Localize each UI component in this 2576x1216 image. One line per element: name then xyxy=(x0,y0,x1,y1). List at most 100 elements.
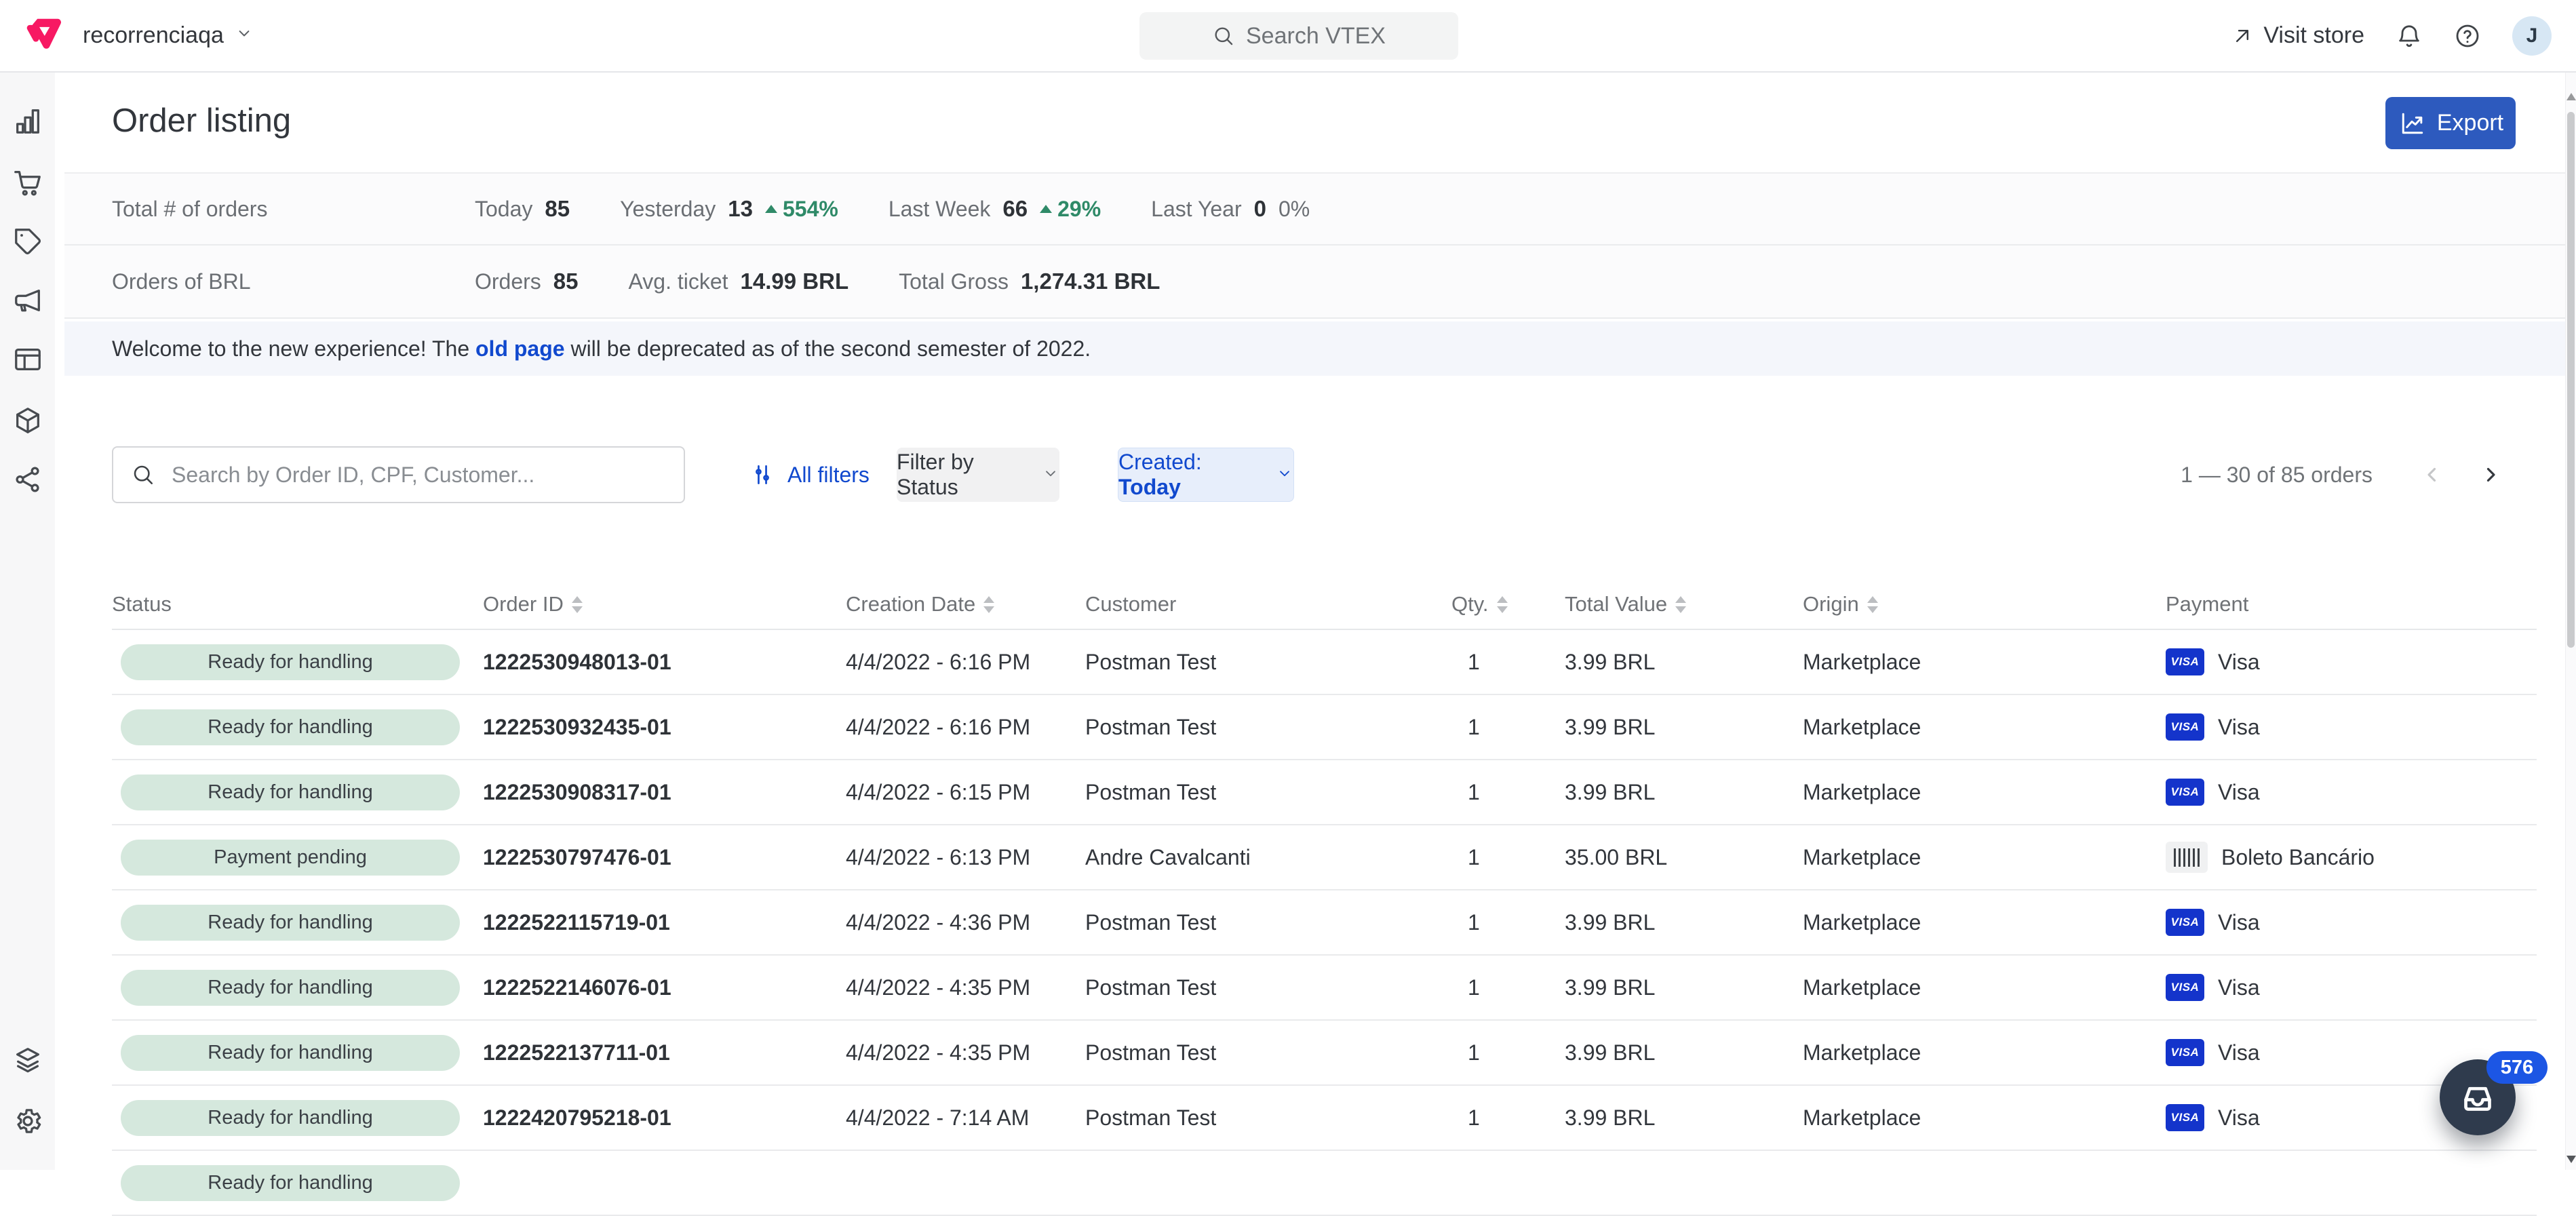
topbar-actions: Visit store J xyxy=(2231,0,2552,71)
table-row[interactable]: Ready for handling 1222530932435-01 4/4/… xyxy=(112,695,2537,760)
status-cell: Ready for handling xyxy=(112,644,474,680)
qty-cell: 1 xyxy=(1451,715,1526,740)
table-row[interactable]: Ready for handling 1222420795218-01 4/4/… xyxy=(112,1086,2537,1151)
help-button[interactable] xyxy=(2454,22,2481,50)
metric-last-week: Last Week 66 29% xyxy=(889,196,1101,222)
banner-text-after: will be deprecated as of the second seme… xyxy=(565,336,1091,361)
sidebar-item-apps[interactable] xyxy=(0,1040,55,1080)
pagination: 1 — 30 of 85 orders xyxy=(2181,446,2505,503)
layers-icon xyxy=(12,1044,43,1076)
trend-up-icon xyxy=(765,205,777,213)
notifications-button[interactable] xyxy=(2396,22,2423,50)
qty-cell: 1 xyxy=(1451,910,1526,935)
order-id-cell: 1222522115719-01 xyxy=(474,910,837,935)
sidebar-item-marketing[interactable] xyxy=(0,280,55,321)
sidebar-item-integrations[interactable] xyxy=(0,459,55,500)
metric-value: 85 xyxy=(545,196,570,222)
scrollbar-up-button[interactable] xyxy=(2567,93,2576,100)
next-page-button[interactable] xyxy=(2476,456,2505,493)
visa-badge: VISA xyxy=(2166,909,2204,936)
table-row[interactable]: Ready for handling 1222522146076-01 4/4/… xyxy=(112,956,2537,1021)
topbar: recorrenciaqa Search VTEX Visit store J xyxy=(0,0,2576,73)
help-icon xyxy=(2454,22,2481,50)
metric-last-year: Last Year 0 0% xyxy=(1151,196,1310,222)
megaphone-icon xyxy=(12,285,43,316)
table-row[interactable]: Payment pending 1222530797476-01 4/4/202… xyxy=(112,825,2537,890)
payment-cell: VISA Visa xyxy=(2133,779,2537,806)
status-badge-label: Ready for handling xyxy=(208,716,372,739)
column-header-order-id[interactable]: Order ID xyxy=(474,592,837,616)
payment-wrap: VISA Visa xyxy=(2166,974,2537,1001)
table-row[interactable]: Ready for handling 1222522115719-01 4/4/… xyxy=(112,890,2537,956)
table-row[interactable]: Ready for handling xyxy=(112,1151,2537,1216)
visa-badge: VISA xyxy=(2166,1039,2204,1066)
column-header-creation-date[interactable]: Creation Date xyxy=(837,592,1075,616)
status-badge: Ready for handling xyxy=(121,1035,460,1071)
table-row[interactable]: Ready for handling 1222522137711-01 4/4/… xyxy=(112,1021,2537,1086)
sidebar-item-settings[interactable] xyxy=(0,1101,55,1141)
metric-delta: 554% xyxy=(765,197,838,222)
scrollbar-down-button[interactable] xyxy=(2567,1156,2576,1163)
user-avatar[interactable]: J xyxy=(2512,16,2552,56)
payment-label: Visa xyxy=(2218,650,2260,675)
sidebar-item-catalog[interactable] xyxy=(0,400,55,441)
account-switcher[interactable]: recorrenciaqa xyxy=(83,22,254,49)
creation-date-cell: 4/4/2022 - 6:13 PM xyxy=(837,845,1075,870)
metric-value: 14.99 BRL xyxy=(741,269,849,294)
visit-store-link[interactable]: Visit store xyxy=(2231,22,2364,49)
order-id-cell: 1222530908317-01 xyxy=(474,780,837,805)
total-value-cell: 3.99 BRL xyxy=(1526,650,1770,675)
export-button[interactable]: Export xyxy=(2385,97,2516,149)
payment-wrap: VISA Visa xyxy=(2166,909,2537,936)
all-filters-button[interactable]: All filters xyxy=(749,446,870,503)
status-cell: Ready for handling xyxy=(112,774,474,810)
status-badge: Ready for handling xyxy=(121,970,460,1006)
status-badge: Ready for handling xyxy=(121,709,460,745)
status-badge: Ready for handling xyxy=(121,644,460,680)
metric-label: Last Year xyxy=(1151,197,1241,222)
scrollbar-thumb[interactable] xyxy=(2567,112,2575,648)
metrics: Today 85 Yesterday 13 554% Last Week 66 … xyxy=(475,196,1310,222)
metric-today: Today 85 xyxy=(475,196,570,222)
table-row[interactable]: Ready for handling 1222530948013-01 4/4/… xyxy=(112,630,2537,695)
status-badge: Payment pending xyxy=(121,840,460,876)
total-value-cell: 3.99 BRL xyxy=(1526,1040,1770,1065)
previous-page-button[interactable] xyxy=(2417,456,2447,493)
table-row[interactable]: Ready for handling 1222530908317-01 4/4/… xyxy=(112,760,2537,825)
created-filter-dropdown[interactable]: Created: Today xyxy=(1118,448,1294,502)
order-search-input[interactable] xyxy=(170,448,672,502)
column-header-total-value[interactable]: Total Value xyxy=(1526,592,1770,616)
order-search-field[interactable] xyxy=(112,446,685,503)
column-header-payment: Payment xyxy=(2133,592,2537,616)
sidebar-item-analytics[interactable] xyxy=(0,101,55,142)
column-header-origin[interactable]: Origin xyxy=(1770,592,2133,616)
status-badge: Ready for handling xyxy=(121,905,460,941)
metric-label: Last Week xyxy=(889,197,991,222)
customer-cell: Postman Test xyxy=(1075,1105,1451,1131)
filter-by-status-dropdown[interactable]: Filter by Status xyxy=(897,448,1059,502)
total-value-cell: 35.00 BRL xyxy=(1526,845,1770,870)
global-search-bar[interactable]: Search VTEX xyxy=(1139,12,1458,60)
customer-cell: Postman Test xyxy=(1075,715,1451,740)
cart-icon xyxy=(12,167,43,198)
sidebar-item-promotions[interactable] xyxy=(0,221,55,262)
stats-panel: Total # of orders Today 85 Yesterday 13 … xyxy=(64,172,2576,319)
qty-cell: 1 xyxy=(1451,975,1526,1000)
visa-badge: VISA xyxy=(2166,779,2204,806)
scrollbar[interactable] xyxy=(2565,73,2576,1170)
total-value-cell: 3.99 BRL xyxy=(1526,1105,1770,1131)
status-badge-label: Ready for handling xyxy=(208,651,372,673)
old-page-link[interactable]: old page xyxy=(475,336,565,361)
sidebar-item-storefront[interactable] xyxy=(0,339,55,380)
column-header-qty[interactable]: Qty. xyxy=(1451,592,1526,616)
creation-date-cell: 4/4/2022 - 7:14 AM xyxy=(837,1105,1075,1131)
sidebar-item-orders[interactable] xyxy=(0,162,55,203)
creation-date-cell: 4/4/2022 - 4:36 PM xyxy=(837,910,1075,935)
export-label: Export xyxy=(2437,110,2503,136)
bell-icon xyxy=(2396,22,2423,50)
order-id-cell: 1222522137711-01 xyxy=(474,1040,837,1065)
layout-icon xyxy=(12,344,43,375)
metric-label: Avg. ticket xyxy=(629,269,728,294)
status-cell: Ready for handling xyxy=(112,970,474,1006)
all-filters-label: All filters xyxy=(787,463,870,488)
